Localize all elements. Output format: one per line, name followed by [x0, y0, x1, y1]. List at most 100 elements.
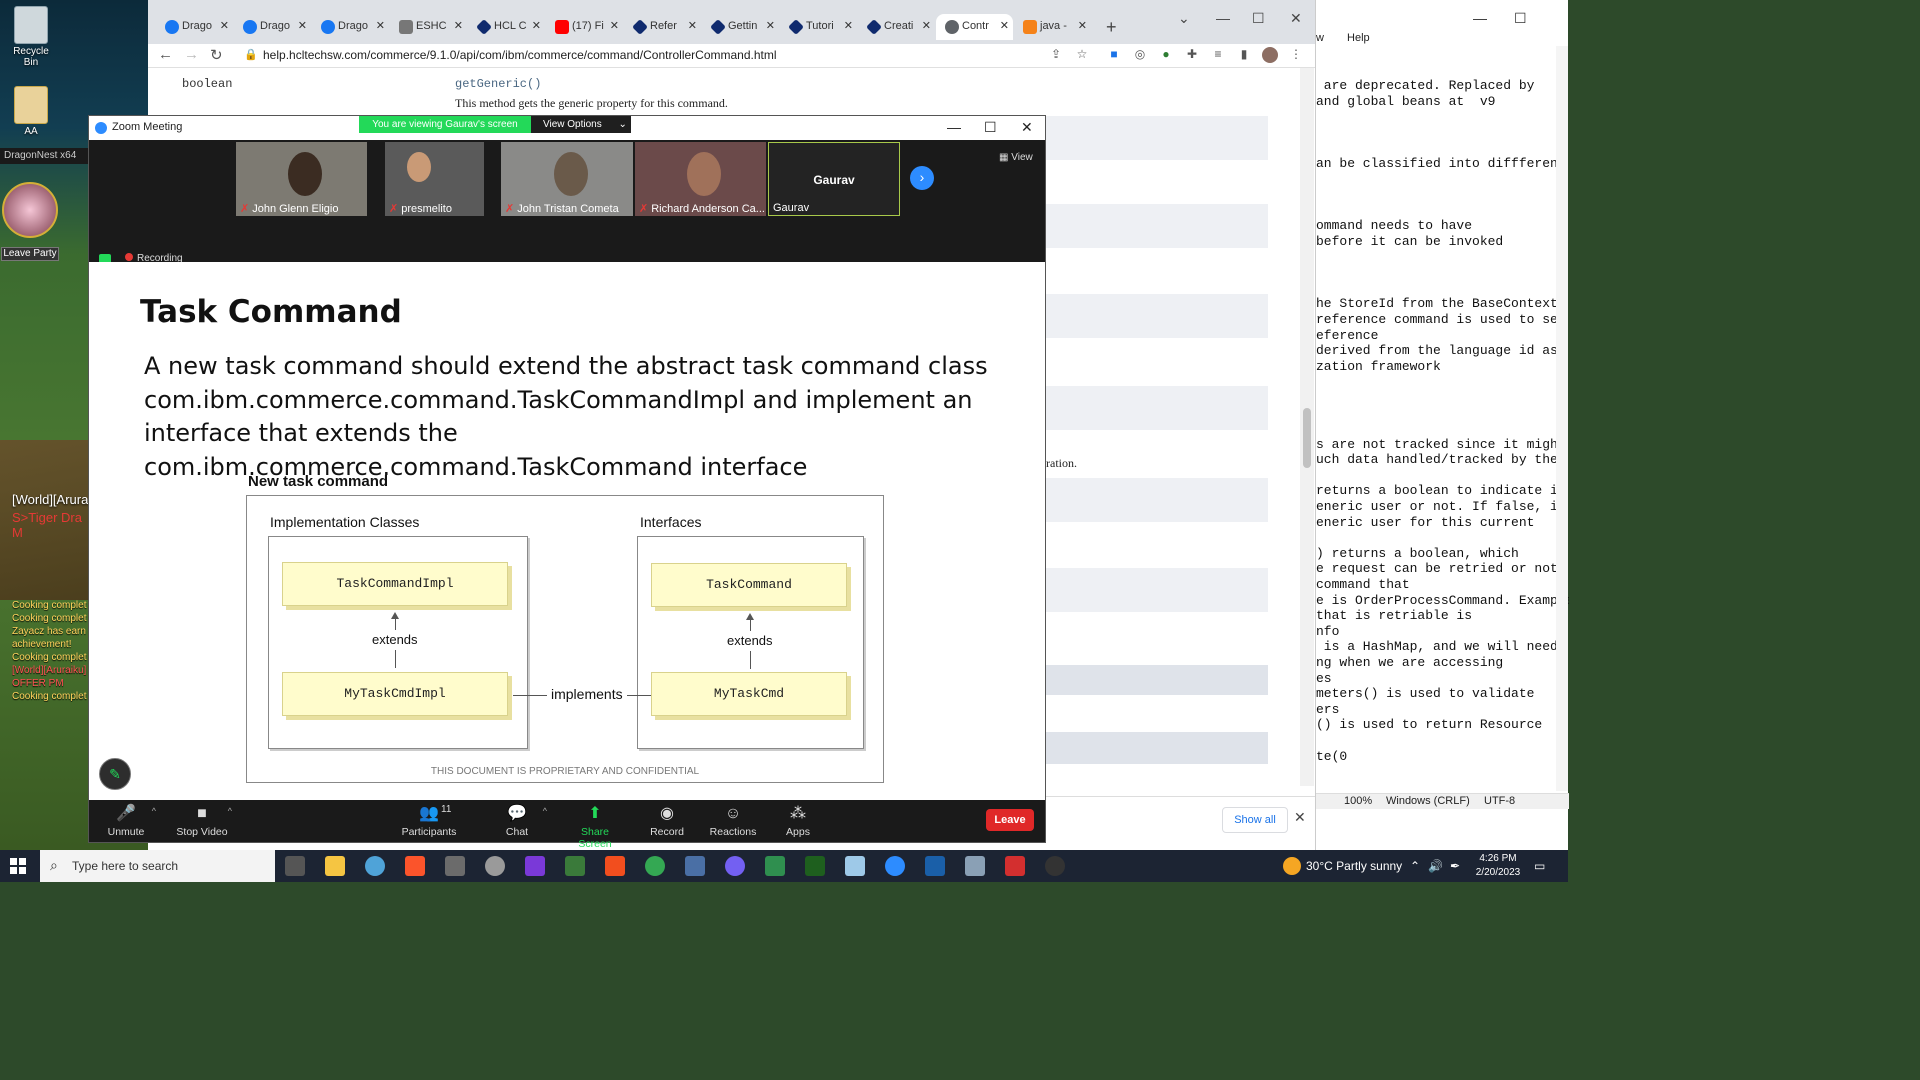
zoom-taskbar-icon[interactable]: [885, 856, 905, 876]
tab-close-icon[interactable]: ✕: [1000, 19, 1009, 32]
app-icon[interactable]: [765, 856, 785, 876]
tab-close-icon[interactable]: ✕: [454, 19, 463, 32]
leave-meeting-button[interactable]: Leave: [986, 809, 1034, 831]
weather-icon[interactable]: [1283, 857, 1301, 875]
game-icon[interactable]: [805, 856, 825, 876]
maximize-icon[interactable]: ☐: [1252, 10, 1265, 27]
calculator-icon[interactable]: [685, 856, 705, 876]
participant-tile[interactable]: ✗ presmelito: [385, 142, 484, 216]
participant-tile[interactable]: ✗ John Tristan Cometa: [501, 142, 633, 216]
taskbar-clock[interactable]: 4:26 PM 2/20/2023: [1468, 852, 1528, 880]
tab-close-icon[interactable]: ✕: [376, 19, 385, 32]
recycle-bin-icon[interactable]: Recycle Bin: [6, 6, 56, 68]
app-icon[interactable]: [445, 856, 465, 876]
zoom-maximize-icon[interactable]: ☐: [984, 119, 997, 136]
bitwarden-extension-icon[interactable]: ■: [1106, 47, 1122, 63]
view-options-button[interactable]: View Options ⌄: [531, 116, 631, 133]
sidebar-icon[interactable]: ▮: [1236, 47, 1252, 63]
browser-tab[interactable]: Refer ✕: [624, 14, 701, 40]
share-screen-button[interactable]: ⬆ Share Screen: [565, 802, 625, 850]
folder-aa-icon[interactable]: AA: [6, 86, 56, 137]
tab-close-icon[interactable]: ✕: [922, 19, 931, 32]
stop-video-button[interactable]: ■ Stop Video ^: [172, 802, 232, 838]
profile-avatar[interactable]: [1262, 47, 1278, 63]
browser-tab[interactable]: (17) Fi ✕: [546, 14, 623, 40]
weather-text[interactable]: 30°C Partly sunny: [1306, 859, 1402, 873]
extension-icon[interactable]: ◎: [1132, 47, 1148, 63]
notepad-text-area[interactable]: are deprecated. Replaced by and global be…: [1316, 78, 1569, 764]
apps-button[interactable]: ⁂ Apps: [768, 802, 828, 838]
browser-tab-active[interactable]: Contr ✕: [936, 14, 1013, 40]
tab-close-icon[interactable]: ✕: [298, 19, 307, 32]
browser-tab[interactable]: Gettin ✕: [702, 14, 779, 40]
menu-kebab-icon[interactable]: ⋮: [1288, 47, 1304, 63]
brave-browser-icon[interactable]: [405, 856, 425, 876]
browser-tab[interactable]: ESHC ✕: [390, 14, 467, 40]
app-icon[interactable]: [365, 856, 385, 876]
task-view-icon[interactable]: [285, 856, 305, 876]
new-tab-button[interactable]: +: [1106, 17, 1117, 38]
scroll-thumb[interactable]: [1303, 408, 1311, 468]
doc-method-link[interactable]: getGeneric(): [455, 77, 541, 91]
notepad-scrollbar[interactable]: [1556, 46, 1568, 791]
tab-search-chevron-icon[interactable]: ⌄: [1178, 10, 1190, 27]
app-icon[interactable]: [965, 856, 985, 876]
annotate-pencil-icon[interactable]: ✎: [99, 758, 131, 790]
notification-icon[interactable]: ▭: [1534, 859, 1545, 873]
unmute-button[interactable]: 🎤 Unmute ^: [96, 802, 156, 838]
zoom-minimize-icon[interactable]: —: [947, 119, 961, 135]
app-icon[interactable]: [485, 856, 505, 876]
back-icon[interactable]: ←: [158, 46, 173, 63]
tab-close-icon[interactable]: ✕: [766, 19, 775, 32]
notepad-minimize-icon[interactable]: —: [1473, 10, 1487, 26]
taskbar-search[interactable]: ⌕ Type here to search: [40, 850, 275, 882]
browser-tab[interactable]: java - ✕: [1014, 14, 1091, 40]
lock-icon[interactable]: 🔒: [244, 48, 258, 61]
browser-tab[interactable]: Tutori ✕: [780, 14, 857, 40]
browser-tab[interactable]: Drago ✕: [312, 14, 389, 40]
caret-up-icon[interactable]: ^: [228, 806, 232, 816]
chat-button[interactable]: 💬 Chat ^: [487, 802, 547, 838]
app-icon[interactable]: [1045, 856, 1065, 876]
leave-party-button[interactable]: Leave Party: [1, 247, 59, 261]
app-icon[interactable]: [565, 856, 585, 876]
file-explorer-icon[interactable]: [325, 856, 345, 876]
notepad-maximize-icon[interactable]: ☐: [1514, 10, 1527, 27]
caret-up-icon[interactable]: ^: [543, 806, 547, 816]
speaker-icon[interactable]: 🔊: [1428, 859, 1443, 873]
menu-view[interactable]: w: [1316, 32, 1324, 44]
windows-start-icon[interactable]: [10, 858, 26, 874]
tab-close-icon[interactable]: ✕: [688, 19, 697, 32]
reload-icon[interactable]: ↻: [210, 46, 223, 64]
viber-icon[interactable]: [725, 856, 745, 876]
pen-icon[interactable]: ✒: [1450, 859, 1460, 873]
participant-tile[interactable]: ✗ Richard Anderson Ca...: [635, 142, 766, 216]
extension-icon[interactable]: ●: [1158, 47, 1174, 63]
show-all-button[interactable]: Show all: [1222, 807, 1288, 833]
browser-tab[interactable]: Drago ✕: [234, 14, 311, 40]
intellij-icon[interactable]: [525, 856, 545, 876]
caret-up-icon[interactable]: ^: [152, 806, 156, 816]
next-page-chevron-icon[interactable]: ›: [910, 166, 934, 190]
tab-close-icon[interactable]: ✕: [844, 19, 853, 32]
address-bar[interactable]: help.hcltechsw.com/commerce/9.1.0/api/co…: [263, 48, 777, 62]
zoom-close-icon[interactable]: ✕: [1021, 119, 1033, 136]
browser-tab[interactable]: Drago ✕: [156, 14, 233, 40]
participant-tile-active-speaker[interactable]: Gaurav Gaurav: [768, 142, 900, 216]
page-scrollbar[interactable]: [1300, 68, 1314, 786]
notepad-icon[interactable]: [845, 856, 865, 876]
view-button[interactable]: ▦ View: [999, 152, 1033, 163]
participant-tile[interactable]: ✗ John Glenn Eligio: [236, 142, 367, 216]
tab-close-icon[interactable]: ✕: [1078, 19, 1087, 32]
app-icon[interactable]: [1005, 856, 1025, 876]
forward-icon[interactable]: →: [184, 46, 199, 63]
record-button[interactable]: ◉ Record: [637, 802, 697, 838]
tab-close-icon[interactable]: ✕: [220, 19, 229, 32]
menu-help[interactable]: Help: [1347, 32, 1370, 44]
browser-tab[interactable]: Creati ✕: [858, 14, 935, 40]
tray-chevron-icon[interactable]: ⌃: [1410, 859, 1420, 873]
download-bar-close-icon[interactable]: ✕: [1294, 809, 1306, 826]
tab-close-icon[interactable]: ✕: [532, 19, 541, 32]
app-icon[interactable]: [925, 856, 945, 876]
close-window-icon[interactable]: ✕: [1290, 10, 1302, 27]
